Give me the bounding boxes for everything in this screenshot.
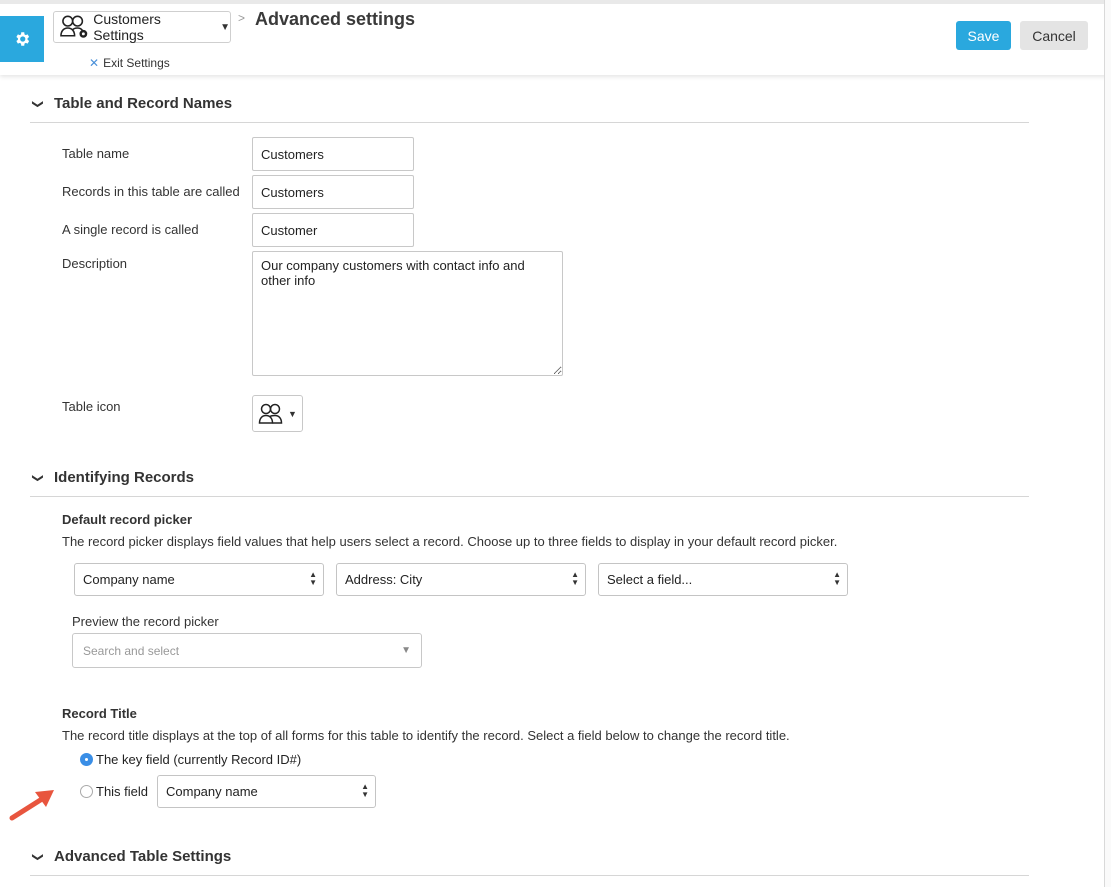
customers-gear-icon: [60, 15, 88, 38]
exit-settings-label: Exit Settings: [103, 56, 170, 70]
search-placeholder: Search and select: [83, 643, 180, 658]
section-identifying-records[interactable]: ❯ Identifying Records: [30, 469, 1029, 497]
annotation-arrow-icon: [9, 790, 54, 821]
radio-selected-icon[interactable]: [80, 753, 93, 766]
radio-field-label: This field: [96, 784, 149, 799]
select-value: Company name: [166, 784, 258, 799]
chevron-down-icon: ❯: [31, 99, 44, 109]
section-title: Identifying Records: [54, 469, 195, 486]
record-picker-heading: Default record picker: [62, 512, 193, 527]
section-advanced-table-settings[interactable]: ❯ Advanced Table Settings: [30, 848, 1029, 876]
save-button[interactable]: Save: [956, 21, 1011, 50]
table-icon-label: Table icon: [62, 399, 121, 414]
close-icon: ✕: [89, 56, 100, 70]
record-picker-description: The record picker displays field values …: [62, 534, 838, 549]
select-value: Company name: [83, 572, 175, 587]
records-called-input[interactable]: [252, 175, 414, 209]
record-title-heading: Record Title: [62, 706, 137, 721]
caret-down-icon: ▼: [288, 408, 297, 419]
picker-field-3-select[interactable]: Select a field... ▲ ▼: [598, 563, 848, 596]
caret-down-icon: ▼: [220, 21, 230, 33]
preview-picker-select[interactable]: Search and select ▼: [72, 633, 422, 668]
table-name-input[interactable]: [252, 137, 414, 171]
select-arrows-icon: ▲ ▼: [571, 570, 579, 587]
radio-key-label: The key field (currently Record ID#): [96, 752, 302, 767]
table-settings-dropdown[interactable]: Customers Settings ▼: [53, 11, 231, 43]
exit-settings-link[interactable]: ✕ Exit Settings: [89, 56, 170, 70]
description-textarea[interactable]: Our company customers with contact info …: [252, 251, 563, 376]
title-field-select[interactable]: Company name ▲ ▼: [157, 775, 376, 808]
gear-icon: [16, 32, 30, 46]
section-title: Table and Record Names: [54, 95, 233, 112]
single-record-label: A single record is called: [62, 222, 199, 237]
record-title-description: The record title displays at the top of …: [62, 728, 790, 743]
table-settings-label: Customers Settings: [93, 11, 161, 43]
customers-icon: [258, 403, 283, 424]
caret-down-icon: ▼: [401, 645, 411, 656]
settings-gear-button[interactable]: [0, 16, 44, 62]
preview-picker-label: Preview the record picker: [72, 614, 219, 629]
select-value: Select a field...: [607, 572, 693, 587]
radio-unselected-icon[interactable]: [80, 785, 93, 798]
section-table-record-names[interactable]: ❯ Table and Record Names: [30, 95, 1029, 123]
picker-field-2-select[interactable]: Address: City ▲ ▼: [336, 563, 586, 596]
table-icon-picker[interactable]: ▼: [252, 395, 303, 432]
chevron-down-icon: ❯: [31, 473, 44, 483]
section-title: Advanced Table Settings: [54, 848, 232, 865]
cancel-button[interactable]: Cancel: [1020, 21, 1088, 50]
page-title: Advanced settings: [255, 9, 416, 29]
chevron-down-icon: ❯: [31, 852, 44, 862]
select-value: Address: City: [345, 572, 423, 587]
scrollbar-track[interactable]: [1104, 0, 1111, 887]
table-name-label: Table name: [62, 146, 130, 161]
description-label: Description: [62, 256, 128, 271]
chevron-right-icon: >: [238, 11, 246, 25]
select-arrows-icon: ▲ ▼: [309, 570, 317, 587]
select-arrows-icon: ▲ ▼: [361, 782, 369, 799]
single-record-input[interactable]: [252, 213, 414, 247]
records-called-label: Records in this table are called: [62, 184, 240, 199]
select-arrows-icon: ▲ ▼: [833, 570, 841, 587]
radio-key-field[interactable]: The key field (currently Record ID#): [80, 752, 301, 767]
picker-field-1-select[interactable]: Company name ▲ ▼: [74, 563, 324, 596]
radio-this-field[interactable]: This field: [80, 784, 148, 799]
